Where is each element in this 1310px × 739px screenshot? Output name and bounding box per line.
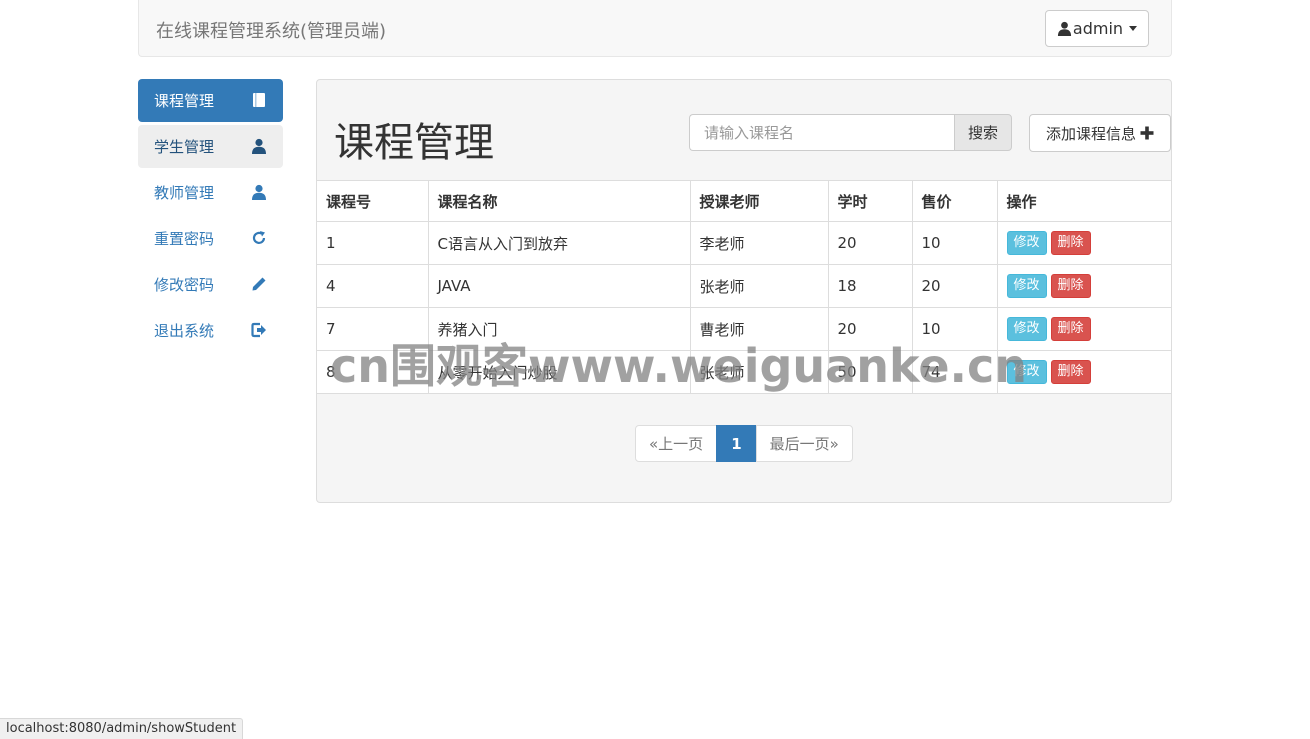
user-menu-button[interactable]: admin: [1045, 10, 1149, 47]
column-header: 授课老师: [689, 180, 828, 222]
teacher-cell: 李老师: [689, 221, 828, 265]
user-icon: [252, 138, 266, 154]
hours-cell: 20: [827, 307, 912, 351]
refresh-icon: [252, 231, 266, 244]
sidebar-item-logout[interactable]: 退出系统: [138, 309, 283, 352]
sidebar-item-teacher-management[interactable]: 教师管理: [138, 171, 283, 214]
table-header-row: 课程号 课程名称 授课老师 学时 售价 操作: [317, 180, 1171, 222]
hours-cell: 50: [827, 350, 912, 394]
user-icon: [252, 184, 266, 200]
edit-button[interactable]: 修改: [1006, 360, 1047, 384]
edit-button[interactable]: 修改: [1006, 231, 1047, 255]
edit-button[interactable]: 修改: [1006, 274, 1047, 298]
sidebar-item-label: 课程管理: [154, 92, 215, 110]
top-navbar: 在线课程管理系统(管理员端) admin: [138, 0, 1172, 57]
sidebar-item-label: 修改密码: [154, 276, 215, 294]
delete-button[interactable]: 删除: [1050, 360, 1091, 384]
sidebar-item-reset-password[interactable]: 重置密码: [138, 217, 283, 260]
sidebar-item-label: 学生管理: [154, 138, 215, 156]
status-bar-url: localhost:8080/admin/showStudent: [0, 718, 244, 739]
sidebar-item-label: 重置密码: [154, 230, 215, 248]
pagination: «上一页 1 最后一页»: [635, 425, 853, 462]
actions-cell: 修改 删除: [996, 221, 1171, 265]
current-page-link[interactable]: 1: [716, 425, 757, 462]
column-header: 售价: [911, 180, 997, 222]
teacher-cell: 张老师: [689, 264, 828, 308]
course-name-cell: JAVA: [427, 264, 690, 308]
search-button[interactable]: 搜索: [954, 114, 1012, 151]
teacher-cell: 张老师: [689, 350, 828, 394]
add-course-label: 添加课程信息: [1045, 124, 1136, 143]
sidebar-item-course-management[interactable]: 课程管理: [138, 79, 283, 122]
pencil-icon: [252, 277, 266, 291]
sidebar-item-change-password[interactable]: 修改密码: [138, 263, 283, 306]
app-title[interactable]: 在线课程管理系统(管理员端): [156, 17, 386, 43]
search-input[interactable]: [689, 114, 954, 151]
course-table: 课程号 课程名称 授课老师 学时 售价 操作 1 C语言从入门到放弃 李老师 2…: [317, 180, 1171, 394]
course-name-cell: C语言从入门到放弃: [427, 221, 690, 265]
column-header: 操作: [996, 180, 1171, 222]
actions-cell: 修改 删除: [996, 307, 1171, 351]
user-name: admin: [1072, 19, 1124, 38]
sidebar-item-label: 教师管理: [154, 184, 215, 202]
price-cell: 10: [911, 221, 997, 265]
course-panel: 课程管理 搜索 添加课程信息 课程号 课程名称 授课老师 学时 售价 操作: [316, 79, 1172, 503]
price-cell: 74: [911, 350, 997, 394]
course-id-cell: 8: [317, 350, 428, 394]
logout-icon: [251, 322, 266, 338]
table-row: 1 C语言从入门到放弃 李老师 20 10 修改 删除: [317, 221, 1171, 265]
add-course-button[interactable]: 添加课程信息: [1029, 114, 1171, 152]
teacher-cell: 曹老师: [689, 307, 828, 351]
column-header: 学时: [827, 180, 912, 222]
sidebar: 课程管理 学生管理 教师管理 重置密码 修改密码 退出系统: [138, 79, 283, 355]
delete-button[interactable]: 删除: [1050, 231, 1091, 255]
column-header: 课程号: [317, 180, 428, 222]
book-icon: [253, 93, 265, 107]
caret-down-icon: [1129, 26, 1138, 31]
actions-cell: 修改 删除: [996, 350, 1171, 394]
course-id-cell: 7: [317, 307, 428, 351]
table-row: 4 JAVA 张老师 18 20 修改 删除: [317, 264, 1171, 308]
delete-button[interactable]: 删除: [1050, 274, 1091, 298]
page-title: 课程管理: [334, 120, 494, 166]
course-name-cell: 养猪入门: [427, 307, 690, 351]
course-id-cell: 4: [317, 264, 428, 308]
sidebar-item-student-management[interactable]: 学生管理: [138, 125, 283, 168]
edit-button[interactable]: 修改: [1006, 317, 1047, 341]
column-header: 课程名称: [427, 180, 690, 222]
user-icon: [1057, 21, 1071, 36]
table-row: 8 从零开始入门炒股 张老师 50 74 修改 删除: [317, 350, 1171, 394]
prev-page-link[interactable]: «上一页: [635, 425, 718, 462]
hours-cell: 18: [827, 264, 912, 308]
price-cell: 10: [911, 307, 997, 351]
plus-icon: [1140, 126, 1154, 140]
last-page-link[interactable]: 最后一页»: [755, 425, 853, 462]
hours-cell: 20: [827, 221, 912, 265]
price-cell: 20: [911, 264, 997, 308]
sidebar-item-label: 退出系统: [154, 322, 215, 340]
table-row: 7 养猪入门 曹老师 20 10 修改 删除: [317, 307, 1171, 351]
actions-cell: 修改 删除: [996, 264, 1171, 308]
course-id-cell: 1: [317, 221, 428, 265]
search-group: 搜索: [689, 114, 1012, 151]
course-name-cell: 从零开始入门炒股: [427, 350, 690, 394]
delete-button[interactable]: 删除: [1050, 317, 1091, 341]
